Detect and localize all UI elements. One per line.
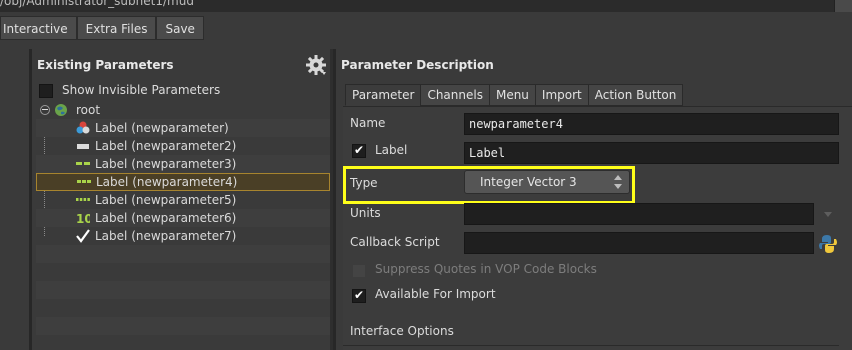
tab-action-button[interactable]: Action Button <box>587 84 684 106</box>
parameter-tab-bar: Parameter Channels Menu Import Action Bu… <box>345 84 684 106</box>
tree-item-newparameter7[interactable]: Label (newparameter7) <box>36 227 330 245</box>
interface-options-label: Interface Options <box>350 324 454 338</box>
available-for-import-checkbox[interactable] <box>352 288 366 303</box>
show-invisible-checkbox[interactable] <box>39 84 53 98</box>
suppress-quotes-label: Suppress Quotes in VOP Code Blocks <box>375 262 597 276</box>
tree-item-label: Label (newparameter2) <box>95 139 237 153</box>
tab-save[interactable]: Save <box>156 16 204 40</box>
tree-item-newparameter4[interactable]: Label (newparameter4) <box>36 173 330 191</box>
integer-icon: 10 <box>76 211 93 226</box>
tab-extra-files[interactable]: Extra Files <box>76 16 157 40</box>
tree-item-newparameter2[interactable]: Label (newparameter2) <box>36 137 330 155</box>
callback-script-field[interactable] <box>464 232 814 254</box>
globe-icon <box>54 103 68 117</box>
path-bar-button[interactable] <box>834 0 852 12</box>
tree-item-newparameter6[interactable]: 10 Label (newparameter6) <box>36 209 330 227</box>
type-highlight-box <box>343 166 635 204</box>
tab-menu[interactable]: Menu <box>488 84 536 106</box>
tab-parameter[interactable]: Parameter <box>345 84 422 106</box>
tree-empty-row <box>36 281 330 299</box>
vector3-icon <box>77 175 91 189</box>
tree-item-label: Label (newparameter6) <box>95 211 237 225</box>
tree-empty-row <box>36 245 330 263</box>
tree-item-label: Label (newparameter7) <box>95 229 237 243</box>
name-label: Name <box>350 116 386 130</box>
vector4-icon <box>76 193 90 207</box>
section-divider <box>343 345 839 346</box>
label-field[interactable]: Label <box>464 142 839 164</box>
tree-item-label: Label (newparameter3) <box>95 157 237 171</box>
collapse-icon[interactable] <box>40 105 50 115</box>
suppress-quotes-checkbox[interactable] <box>352 264 366 278</box>
existing-parameters-title: Existing Parameters <box>37 58 174 72</box>
top-tab-bar: Interactive Extra Files Save <box>0 16 204 40</box>
tree-empty-row <box>36 299 330 317</box>
tree-empty-row <box>36 317 330 335</box>
tree-empty-row <box>36 263 330 281</box>
callback-script-label: Callback Script <box>350 235 440 249</box>
color-icon <box>76 121 90 135</box>
tree-item-label: Label (newparameter5) <box>95 193 237 207</box>
tree-root-label: root <box>76 103 101 117</box>
tree-item-label: Label (newparameter4) <box>96 175 238 189</box>
name-field[interactable]: newparameter4 <box>464 113 839 135</box>
tab-import[interactable]: Import <box>534 84 589 106</box>
tab-channels[interactable]: Channels <box>420 84 490 106</box>
tree-empty-row <box>36 335 330 350</box>
label-checkbox[interactable] <box>352 143 366 158</box>
tree-item-newparameter3[interactable]: Label (newparameter3) <box>36 155 330 173</box>
label-label: Label <box>375 143 408 157</box>
svg-text:10: 10 <box>76 212 90 225</box>
available-for-import-label: Available For Import <box>375 287 496 301</box>
tree-item-newparameter5[interactable]: Label (newparameter5) <box>36 191 330 209</box>
vector2-icon <box>76 157 90 171</box>
toggle-icon <box>76 229 90 243</box>
path-text: /obj/Administrator_subnet1/mud <box>0 0 194 8</box>
gear-icon[interactable] <box>304 53 328 77</box>
tree-root[interactable]: root <box>36 101 330 119</box>
string-icon <box>76 139 90 153</box>
tree-item-label: Label (newparameter) <box>95 121 229 135</box>
tab-interactive[interactable]: Interactive <box>0 16 77 40</box>
units-field[interactable] <box>464 203 814 225</box>
units-label: Units <box>350 206 381 220</box>
units-menu-icon[interactable] <box>818 203 838 225</box>
show-invisible-label: Show Invisible Parameters <box>62 83 221 97</box>
tree-item-newparameter[interactable]: Label (newparameter) <box>36 119 330 137</box>
python-icon[interactable] <box>818 233 838 255</box>
path-bar: /obj/Administrator_subnet1/mud <box>0 0 852 12</box>
parameter-description-title: Parameter Description <box>341 58 494 72</box>
